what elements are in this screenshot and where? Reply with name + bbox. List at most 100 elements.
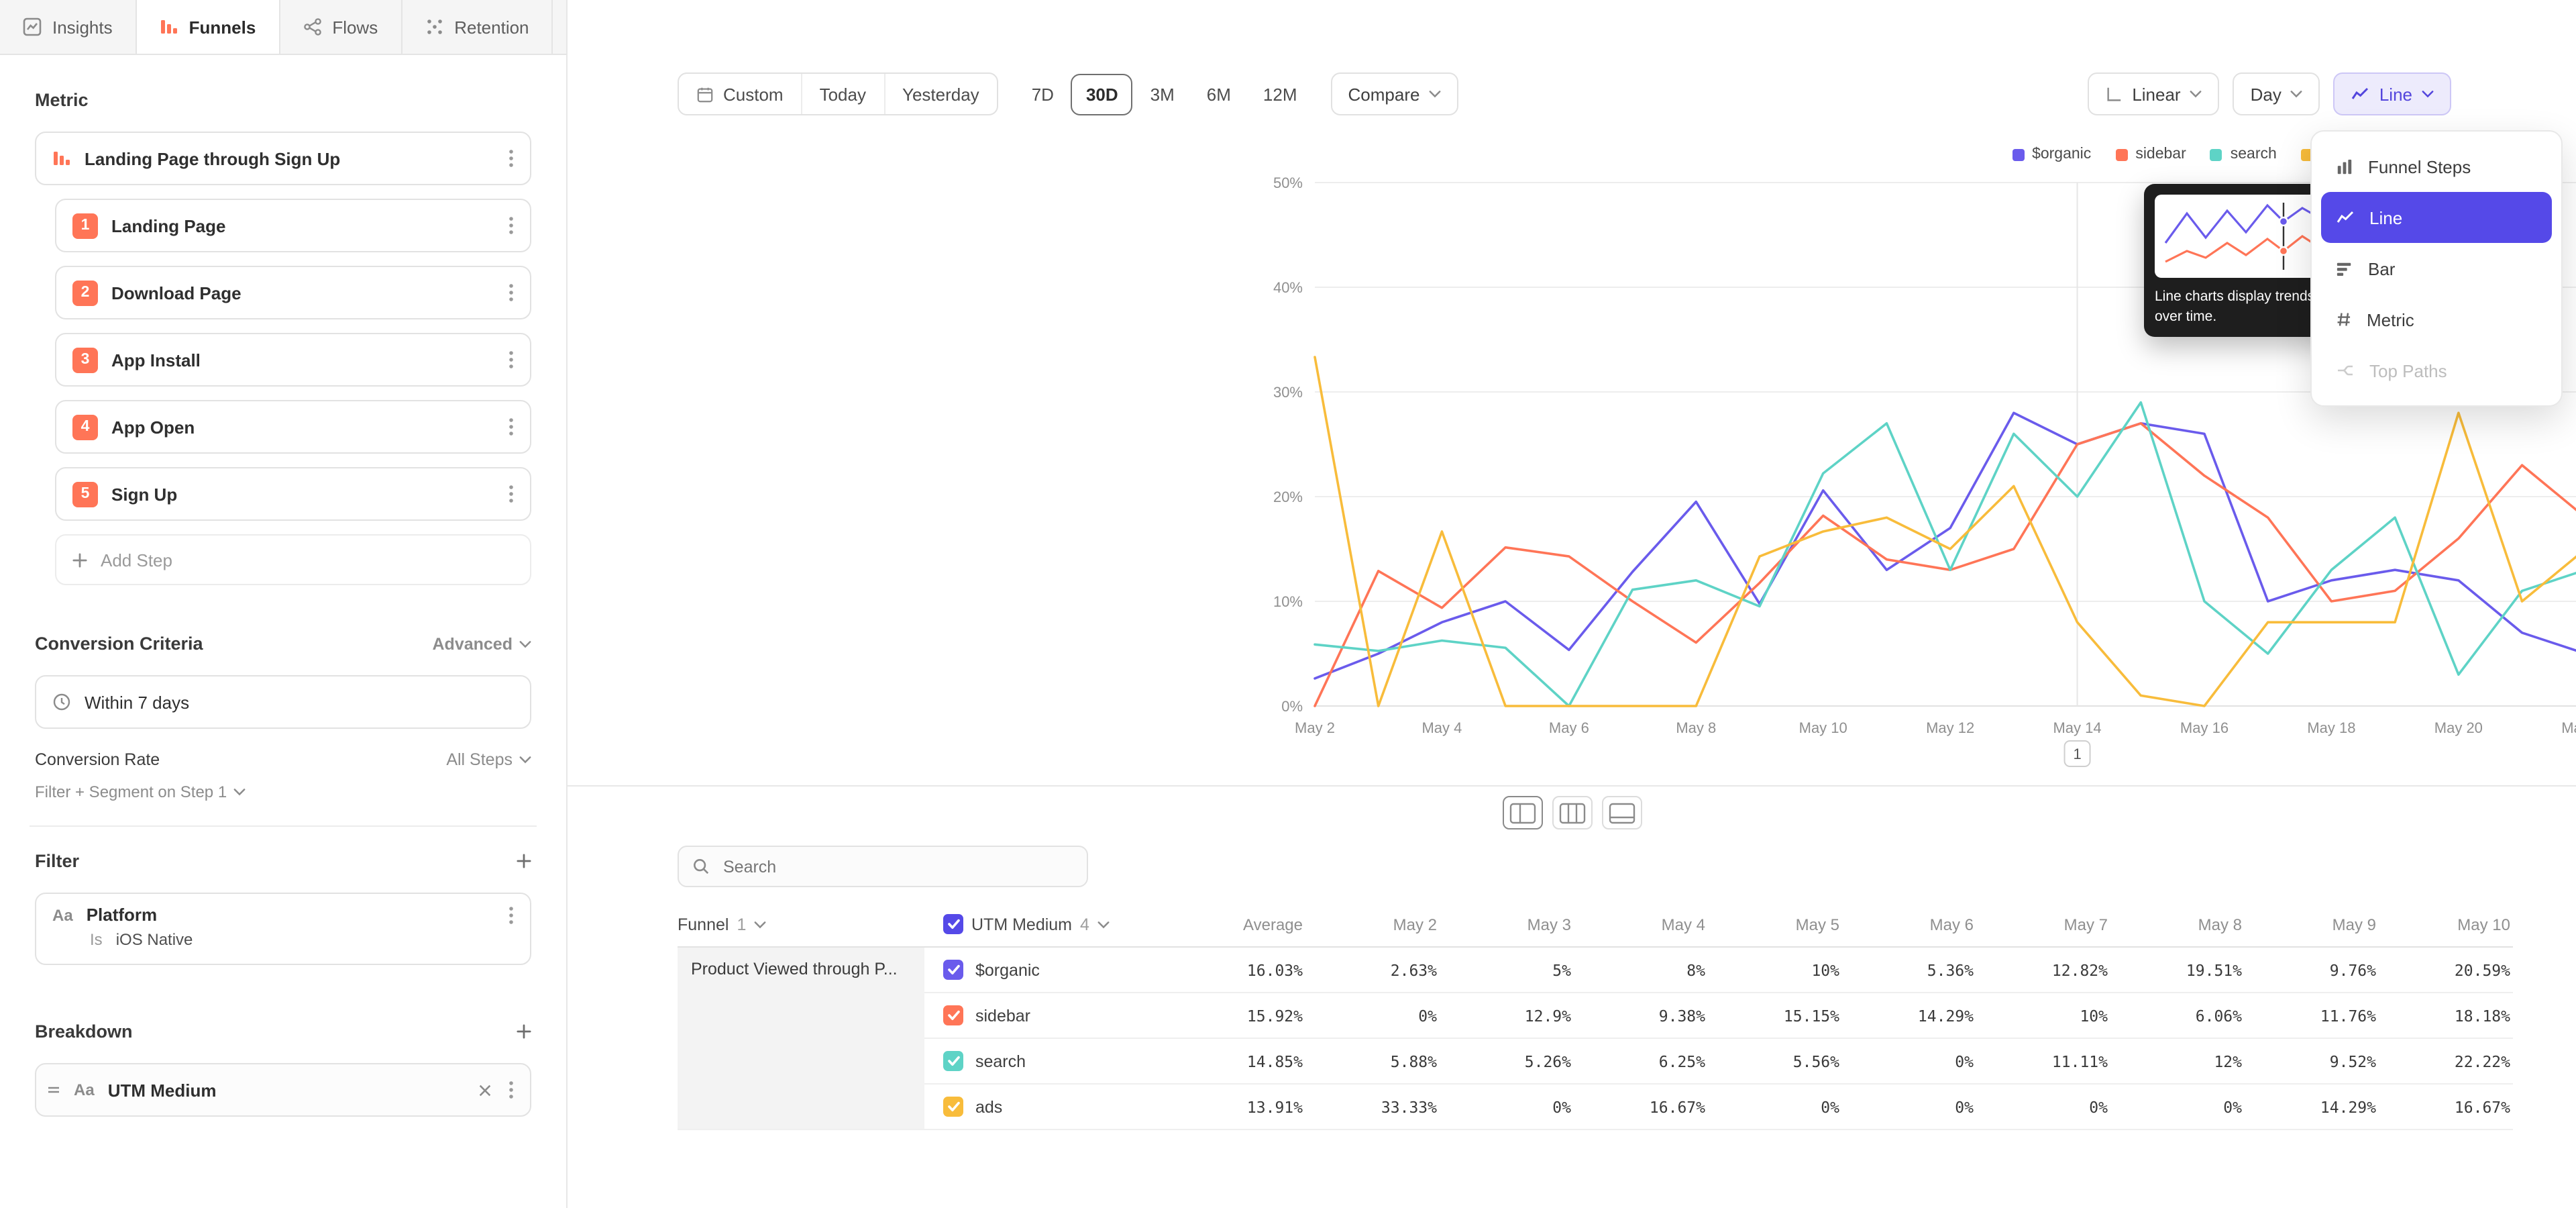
- menu-item-funnel-steps[interactable]: Funnel Steps: [2321, 141, 2552, 192]
- menu-item-line[interactable]: Line: [2321, 192, 2552, 243]
- report-tabbar: Insights Funnels Flows Retention: [0, 0, 568, 55]
- kebab-icon[interactable]: [508, 149, 514, 168]
- menu-item-top-paths[interactable]: Top Paths: [2321, 345, 2552, 396]
- filter-segment-dropdown[interactable]: Filter + Segment on Step 1: [35, 783, 246, 801]
- kebab-icon[interactable]: [508, 1080, 514, 1099]
- view-toggle-plain[interactable]: [1601, 796, 1642, 829]
- close-icon[interactable]: [478, 1083, 492, 1097]
- kebab-icon[interactable]: [508, 905, 514, 924]
- search-box[interactable]: [678, 846, 1088, 887]
- svg-text:May 8: May 8: [1676, 719, 1716, 736]
- table-cell: 0%: [1842, 1039, 1976, 1085]
- value-column-header[interactable]: May 10: [2379, 902, 2513, 948]
- conversion-rate-label: Conversion Rate: [35, 750, 160, 769]
- table-cell: 5.56%: [1708, 1039, 1842, 1085]
- tab-label: Insights: [52, 17, 113, 37]
- scale-dropdown[interactable]: Linear: [2088, 72, 2219, 115]
- granularity-dropdown[interactable]: Day: [2233, 72, 2320, 115]
- kebab-icon[interactable]: [508, 417, 514, 436]
- range-12m-button[interactable]: 12M: [1248, 71, 1312, 117]
- conversion-rate-dropdown[interactable]: All Steps: [446, 750, 531, 769]
- funnel-metric-card[interactable]: Landing Page through Sign Up: [35, 132, 531, 185]
- kebab-icon[interactable]: [508, 350, 514, 369]
- menu-item-metric[interactable]: Metric: [2321, 294, 2552, 345]
- series-checkbox[interactable]: [943, 1005, 963, 1025]
- chevron-down-icon: [1429, 90, 1441, 98]
- value-column-header[interactable]: May 4: [1574, 902, 1708, 948]
- step-label: App Open: [111, 417, 195, 437]
- table-row-label[interactable]: search: [924, 1039, 1161, 1085]
- tab-label: Funnels: [189, 17, 256, 37]
- breakdown-column-header[interactable]: UTM Medium4: [924, 902, 1161, 948]
- table-cell: 22.22%: [2379, 1039, 2513, 1085]
- table-cell: 12%: [2110, 1039, 2245, 1085]
- kebab-icon[interactable]: [508, 485, 514, 503]
- value-column-header[interactable]: May 8: [2110, 902, 2245, 948]
- add-filter-button[interactable]: [517, 854, 531, 868]
- value-column-header[interactable]: May 3: [1440, 902, 1574, 948]
- today-button[interactable]: Today: [801, 74, 883, 114]
- legend-item[interactable]: $organic: [2012, 146, 2091, 162]
- hash-icon: [2336, 311, 2352, 328]
- range-7d-button[interactable]: 7D: [1017, 71, 1069, 117]
- tab-flows[interactable]: Flows: [280, 0, 402, 54]
- value-column-header[interactable]: May 6: [1842, 902, 1976, 948]
- table-cell: 0%: [1842, 1085, 1976, 1130]
- funnel-step-row[interactable]: 4 App Open: [55, 400, 531, 454]
- value-column-header[interactable]: May 9: [2245, 902, 2379, 948]
- view-toggle-split[interactable]: [1502, 796, 1542, 829]
- step-label: Download Page: [111, 283, 241, 303]
- select-all-checkbox[interactable]: [943, 914, 963, 934]
- range-30d-button[interactable]: 30D: [1071, 73, 1133, 115]
- step-number-badge: 3: [72, 347, 98, 372]
- conversion-window-control[interactable]: Within 7 days: [35, 675, 531, 729]
- menu-item-label: Line: [2369, 207, 2402, 228]
- series-checkbox[interactable]: [943, 960, 963, 980]
- funnel-step-row[interactable]: 3 App Install: [55, 333, 531, 387]
- table-cell: 12.82%: [1976, 948, 2110, 993]
- legend-item[interactable]: search: [2210, 146, 2277, 162]
- legend-item[interactable]: sidebar: [2115, 146, 2186, 162]
- sidebar-divider: [30, 825, 537, 827]
- filter-operator[interactable]: Is: [90, 930, 103, 949]
- table-row-label[interactable]: sidebar: [924, 993, 1161, 1039]
- table-row-label[interactable]: ads: [924, 1085, 1161, 1130]
- add-breakdown-button[interactable]: [517, 1024, 531, 1039]
- breakdown-card-utm-medium[interactable]: Aa UTM Medium: [35, 1063, 531, 1117]
- search-input[interactable]: [720, 856, 1073, 877]
- range-3m-button[interactable]: 3M: [1136, 71, 1189, 117]
- custom-date-button[interactable]: Custom: [679, 74, 801, 114]
- filter-card-platform[interactable]: Aa Platform Is iOS Native: [35, 893, 531, 965]
- table-group-cell[interactable]: Product Viewed through P...: [678, 948, 924, 1130]
- tab-retention[interactable]: Retention: [402, 0, 553, 54]
- table-cell: 5.36%: [1842, 948, 1976, 993]
- table-row-label[interactable]: $organic: [924, 948, 1161, 993]
- breakdown-property: UTM Medium: [108, 1080, 217, 1100]
- filter-value[interactable]: iOS Native: [116, 930, 193, 949]
- drag-handle-icon[interactable]: [47, 1083, 60, 1097]
- value-column-header[interactable]: May 2: [1305, 902, 1440, 948]
- funnel-step-row[interactable]: 5 Sign Up: [55, 467, 531, 521]
- view-toggle-columns[interactable]: [1552, 796, 1592, 829]
- series-checkbox[interactable]: [943, 1051, 963, 1071]
- value-column-header[interactable]: Average: [1161, 902, 1305, 948]
- compare-button[interactable]: Compare: [1331, 72, 1459, 115]
- funnel-step-row[interactable]: 2 Download Page: [55, 266, 531, 319]
- funnel-column-header[interactable]: Funnel1: [678, 902, 924, 948]
- conversion-mode-dropdown[interactable]: Advanced: [433, 634, 532, 653]
- kebab-icon[interactable]: [508, 283, 514, 302]
- kebab-icon[interactable]: [508, 216, 514, 235]
- funnel-step-row[interactable]: 1 Landing Page: [55, 199, 531, 252]
- value-column-header[interactable]: May 5: [1708, 902, 1842, 948]
- menu-item-bar[interactable]: Bar: [2321, 243, 2552, 294]
- tab-insights[interactable]: Insights: [0, 0, 137, 54]
- yesterday-button[interactable]: Yesterday: [883, 74, 997, 114]
- bars-icon: [2336, 260, 2353, 277]
- chart-type-dropdown[interactable]: Line: [2334, 72, 2451, 115]
- value-column-header[interactable]: May 7: [1976, 902, 2110, 948]
- range-6m-button[interactable]: 6M: [1192, 71, 1246, 117]
- tab-funnels[interactable]: Funnels: [137, 0, 280, 54]
- series-checkbox[interactable]: [943, 1097, 963, 1117]
- tab-label: Flows: [332, 17, 378, 37]
- add-step-button[interactable]: Add Step: [55, 534, 531, 585]
